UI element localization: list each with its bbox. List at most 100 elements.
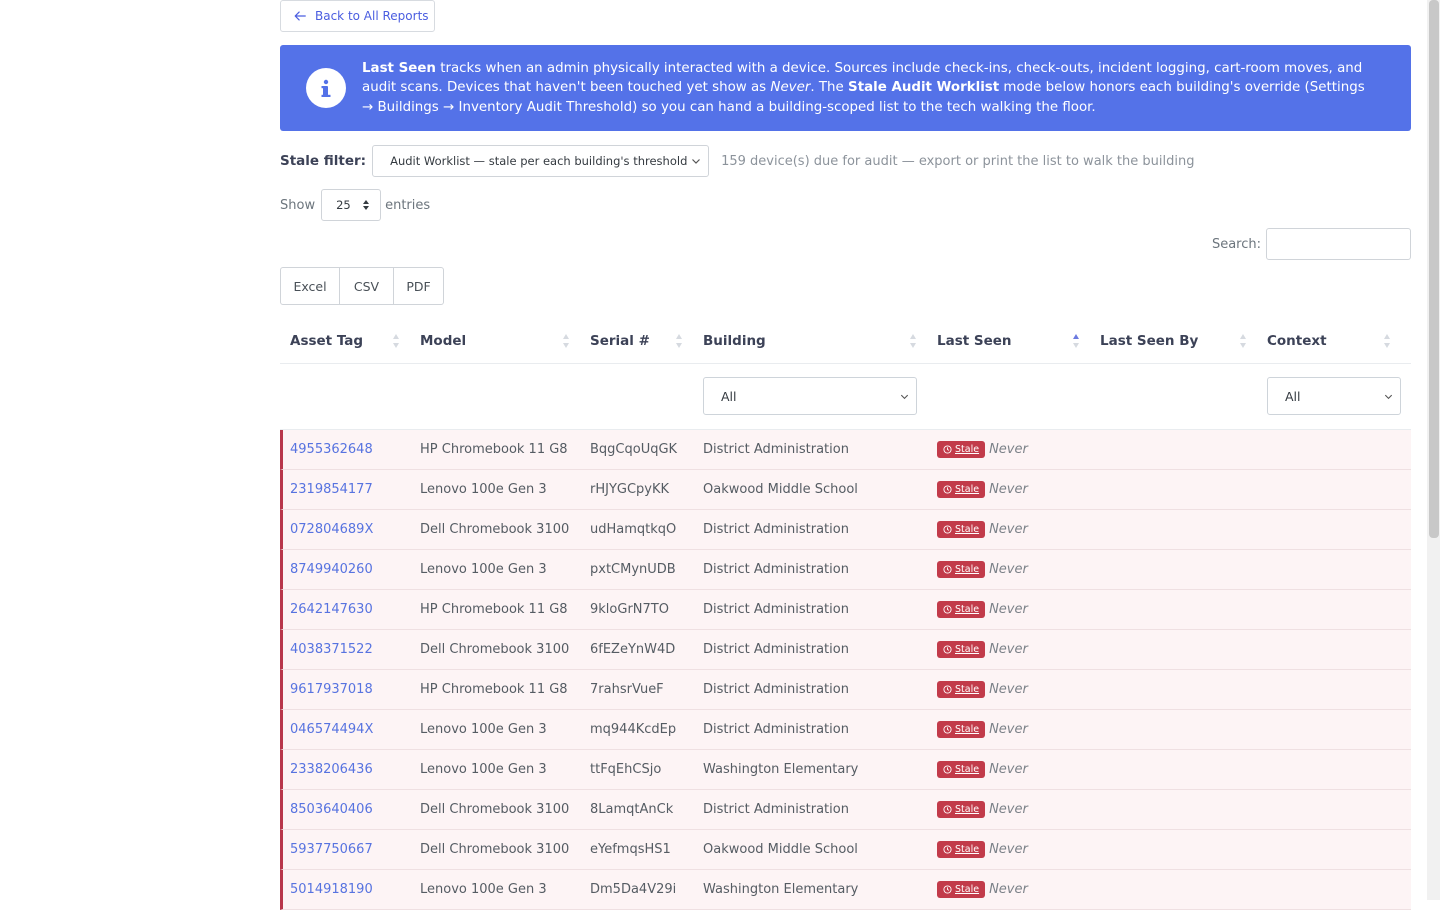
serial-cell: rHJYGCpyKK [590, 482, 670, 497]
serial-cell: 9kloGrN7TO [590, 602, 669, 617]
model-cell: Dell Chromebook 3100 [420, 522, 570, 537]
info-icon [306, 68, 346, 108]
table-row: 4038371522 Dell Chromebook 3100 6fEZeYnW4D… [280, 630, 1411, 670]
model-cell: Dell Chromebook 3100 [420, 802, 570, 817]
asset-tag-link[interactable]: 2338206436 [290, 762, 373, 777]
asset-tag-cell: 4038371522 [283, 642, 410, 657]
never-text: Never [989, 762, 1028, 777]
length-menu: Show 25 entries [280, 189, 430, 221]
sort-icon [1384, 334, 1390, 348]
stale-filter-label: Stale filter: [280, 153, 367, 169]
asset-tag-cell: 2642147630 [283, 602, 410, 617]
asset-tag-cell: 8749940260 [283, 562, 410, 577]
context-filter-select[interactable]: All [1267, 377, 1401, 415]
last-seen-cell: Stale Never [927, 441, 1090, 458]
col-asset-tag[interactable]: Asset Tag [280, 318, 410, 363]
export-pdf-button[interactable]: PDF [394, 267, 444, 305]
last-seen-cell: Stale Never [927, 561, 1090, 578]
col-context[interactable]: Context [1257, 318, 1401, 363]
table-body: 4955362648 HP Chromebook 11 G8 BqgCqoUqGK D… [280, 430, 1411, 910]
never-text: Never [989, 522, 1028, 537]
serial-cell: Dm5Da4V29i [590, 882, 677, 897]
asset-tag-link[interactable]: 072804689X [290, 522, 373, 537]
show-label: Show [280, 197, 316, 213]
building-cell: District Administration [703, 562, 849, 577]
model-cell: Dell Chromebook 3100 [420, 842, 570, 857]
never-text: Never [989, 602, 1028, 617]
stale-badge[interactable]: Stale [937, 681, 986, 698]
arrow-left-icon [294, 11, 306, 21]
table-row: 5014918190 Lenovo 100e Gen 3 Dm5Da4V29i Was… [280, 870, 1411, 910]
asset-tag-link[interactable]: 4038371522 [290, 642, 373, 657]
info-banner: Last Seen tracks when an admin physicall… [280, 45, 1411, 131]
asset-tag-link[interactable]: 5937750667 [290, 842, 373, 857]
col-last-seen-by[interactable]: Last Seen By [1090, 318, 1257, 363]
chevron-down-icon [692, 159, 701, 164]
stale-badge[interactable]: Stale [937, 881, 986, 898]
clock-icon [943, 565, 952, 574]
building-cell: District Administration [703, 642, 849, 657]
table-row: 8749940260 Lenovo 100e Gen 3 pxtCMynUDB Dis… [280, 550, 1411, 590]
stale-badge[interactable]: Stale [937, 521, 986, 538]
asset-tag-link[interactable]: 8503640406 [290, 802, 373, 817]
model-cell: Dell Chromebook 3100 [420, 642, 570, 657]
asset-tag-link[interactable]: 5014918190 [290, 882, 373, 897]
page-scrollbar[interactable] [1427, 0, 1440, 900]
clock-icon [943, 805, 952, 814]
serial-cell: mq944KcdEp [590, 722, 677, 737]
stale-badge[interactable]: Stale [937, 841, 986, 858]
asset-tag-cell: 072804689X [283, 522, 410, 537]
asset-tag-link[interactable]: 046574494X [290, 722, 373, 737]
column-filter-row: All All [280, 364, 1411, 430]
col-last-seen[interactable]: Last Seen [927, 318, 1090, 363]
clock-icon [943, 485, 952, 494]
clock-icon [943, 605, 952, 614]
table-row: 2642147630 HP Chromebook 11 G8 9kloGrN7TO D… [280, 590, 1411, 630]
asset-tag-link[interactable]: 2642147630 [290, 602, 373, 617]
search-input[interactable] [1266, 228, 1411, 260]
stale-filter-row: Stale filter: Audit Worklist — stale per… [280, 145, 1411, 177]
model-cell: HP Chromebook 11 G8 [420, 442, 568, 457]
model-cell: Lenovo 100e Gen 3 [420, 482, 547, 497]
col-model[interactable]: Model [410, 318, 580, 363]
asset-tag-link[interactable]: 9617937018 [290, 682, 373, 697]
last-seen-cell: Stale Never [927, 801, 1090, 818]
asset-tag-cell: 046574494X [283, 722, 410, 737]
stale-badge[interactable]: Stale [937, 641, 986, 658]
stale-badge[interactable]: Stale [937, 801, 986, 818]
asset-tag-link[interactable]: 2319854177 [290, 482, 373, 497]
table-row: 5937750667 Dell Chromebook 3100 eYefmqsHS1… [280, 830, 1411, 870]
building-filter-select[interactable]: All [703, 377, 917, 415]
never-text: Never [989, 882, 1028, 897]
entries-per-page-select[interactable]: 25 [321, 189, 382, 221]
col-serial[interactable]: Serial # [580, 318, 693, 363]
export-excel-button[interactable]: Excel [280, 267, 340, 305]
info-text: Last Seen tracks when an admin physicall… [362, 60, 1365, 115]
stale-badge[interactable]: Stale [937, 721, 986, 738]
asset-tag-cell: 2338206436 [283, 762, 410, 777]
stale-badge[interactable]: Stale [937, 441, 986, 458]
never-text: Never [989, 642, 1028, 657]
stale-badge[interactable]: Stale [937, 761, 986, 778]
sort-icon [910, 334, 916, 348]
asset-tag-cell: 2319854177 [283, 482, 410, 497]
building-cell: Oakwood Middle School [703, 482, 858, 497]
table-row: 046574494X Lenovo 100e Gen 3 mq944KcdEp Dis… [280, 710, 1411, 750]
asset-tag-link[interactable]: 8749940260 [290, 562, 373, 577]
stale-badge[interactable]: Stale [937, 481, 986, 498]
stale-filter-select[interactable]: Audit Worklist — stale per each building… [372, 145, 710, 177]
back-to-reports-button[interactable]: Back to All Reports [280, 0, 435, 32]
never-text: Never [989, 442, 1028, 457]
sort-icon [563, 334, 569, 348]
building-cell: District Administration [703, 522, 849, 537]
scrollbar-thumb[interactable] [1429, 0, 1439, 538]
asset-tag-link[interactable]: 4955362648 [290, 442, 373, 457]
building-cell: District Administration [703, 682, 849, 697]
export-buttons: Excel CSV PDF [280, 267, 444, 305]
audit-count-note: 159 device(s) due for audit — export or … [721, 153, 1195, 169]
stale-badge[interactable]: Stale [937, 561, 986, 578]
stale-badge[interactable]: Stale [937, 601, 986, 618]
never-text: Never [989, 562, 1028, 577]
col-building[interactable]: Building [693, 318, 927, 363]
export-csv-button[interactable]: CSV [340, 267, 394, 305]
